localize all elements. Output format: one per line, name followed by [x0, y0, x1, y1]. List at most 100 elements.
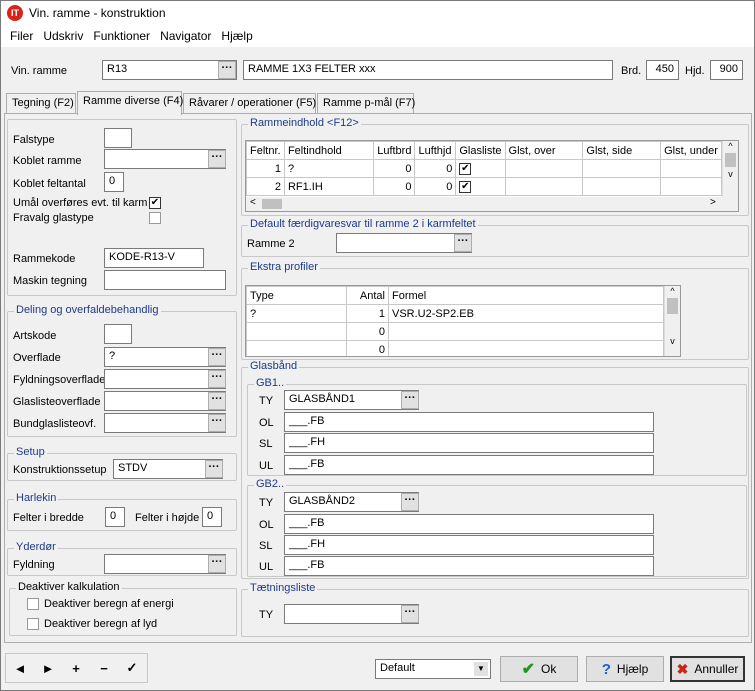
col-formel[interactable]: Formel	[388, 286, 664, 305]
glasliste-checkbox[interactable]: ✔	[459, 163, 472, 175]
vin-ramme-lookup-button[interactable]: ···	[218, 61, 236, 79]
col-glst-under[interactable]: Glst, under	[660, 141, 722, 160]
gb2-ol-input[interactable]: ___.FB	[284, 514, 654, 534]
deaktiver-lyd-checkbox[interactable]	[27, 618, 39, 630]
scroll-left-icon[interactable]: <	[250, 197, 256, 208]
confirm-record-icon[interactable]: ✓	[118, 660, 146, 676]
hjd-input[interactable]: 900	[710, 60, 743, 80]
tab-ravarer[interactable]: Råvarer / operationer (F5)	[183, 93, 316, 113]
menu-udskriv[interactable]: Udskriv	[38, 29, 88, 43]
add-record-icon[interactable]: +	[62, 661, 90, 676]
konstruktionssetup-lookup-button[interactable]: ···	[205, 460, 223, 478]
help-button[interactable]: ? Hjælp	[586, 656, 664, 682]
horizontal-scrollbar[interactable]: < >	[246, 197, 738, 211]
table-row[interactable]: 2 RF1.IH 0 0 ✔	[246, 177, 722, 196]
cancel-button[interactable]: ✖ Annuller	[670, 656, 745, 682]
fravalg-checkbox[interactable]	[149, 212, 161, 224]
col-feltnr[interactable]: Feltnr.	[246, 141, 285, 160]
cell-luftbrd[interactable]: 0	[373, 177, 416, 196]
menu-filer[interactable]: Filer	[5, 29, 38, 43]
scroll-up-icon[interactable]: ^	[723, 141, 738, 151]
brd-input[interactable]: 450	[646, 60, 679, 80]
cell-antal[interactable]: 0	[346, 322, 389, 341]
next-record-icon[interactable]: ►	[34, 661, 62, 676]
koblet-feltantal-input[interactable]: 0	[104, 172, 124, 192]
artskode-input[interactable]	[104, 324, 132, 344]
falstype-input[interactable]	[104, 128, 132, 148]
cell-lufthjd[interactable]: 0	[414, 177, 457, 196]
menu-hjaelp[interactable]: Hjælp	[216, 29, 257, 43]
cell-glst-under[interactable]	[660, 177, 722, 196]
gb2-ty-lookup-button[interactable]: ···	[401, 493, 419, 511]
description-input[interactable]: RAMME 1X3 FELTER xxx	[243, 60, 613, 80]
glasliste-checkbox[interactable]: ✔	[459, 181, 472, 193]
cell-glst-over[interactable]	[504, 159, 584, 178]
gb1-ul-input[interactable]: ___.FB	[284, 455, 654, 475]
ramme2-lookup-button[interactable]: ···	[454, 234, 472, 252]
tab-tegning[interactable]: Tegning (F2)	[6, 93, 76, 113]
ramme2-input[interactable]	[336, 233, 472, 253]
cell-feltindhold[interactable]: RF1.IH	[283, 177, 375, 196]
overflade-lookup-button[interactable]: ···	[208, 348, 226, 366]
col-luftbrd[interactable]: Luftbrd	[373, 141, 416, 160]
gb2-sl-input[interactable]: ___.FH	[284, 535, 654, 555]
gb2-ul-input[interactable]: ___.FB	[284, 556, 654, 576]
cell-type[interactable]: ?	[246, 304, 347, 323]
vertical-scrollbar[interactable]: ^ v	[722, 141, 738, 197]
col-antal[interactable]: Antal	[346, 286, 389, 305]
table-row[interactable]: ? 1 VSR.U2-SP2.EB	[246, 304, 664, 323]
felter-bredde-input[interactable]: 0	[105, 507, 125, 527]
scroll-thumb[interactable]	[725, 153, 736, 167]
cell-feltindhold[interactable]: ?	[283, 159, 375, 178]
col-type[interactable]: Type	[246, 286, 347, 305]
cell-antal[interactable]: 0	[346, 340, 389, 356]
cell-feltnr[interactable]: 2	[246, 177, 285, 196]
col-lufthjd[interactable]: Lufthjd	[414, 141, 457, 160]
gb1-ty-lookup-button[interactable]: ···	[401, 391, 419, 409]
cell-glasliste[interactable]: ✔	[455, 159, 506, 178]
menu-navigator[interactable]: Navigator	[155, 29, 216, 43]
ok-button[interactable]: ✔ Ok	[500, 656, 578, 682]
gb1-ol-input[interactable]: ___.FB	[284, 412, 654, 432]
cell-glasliste[interactable]: ✔	[455, 177, 506, 196]
table-row[interactable]: 1 ? 0 0 ✔	[246, 159, 722, 178]
cell-formel[interactable]	[388, 322, 664, 341]
scroll-down-icon[interactable]: v	[665, 336, 680, 346]
cell-type[interactable]	[246, 322, 347, 341]
cell-antal[interactable]: 1	[346, 304, 389, 323]
scroll-thumb[interactable]	[667, 298, 678, 314]
gb1-sl-input[interactable]: ___.FH	[284, 433, 654, 453]
cell-formel[interactable]	[388, 340, 664, 356]
cell-formel[interactable]: VSR.U2-SP2.EB	[388, 304, 664, 323]
col-glasliste[interactable]: Glasliste	[455, 141, 506, 160]
vin-ramme-input[interactable]: R13	[102, 60, 237, 80]
bundglasliste-lookup-button[interactable]: ···	[208, 414, 226, 432]
cell-glst-side[interactable]	[582, 177, 662, 196]
deaktiver-energi-checkbox[interactable]	[27, 598, 39, 610]
tab-ramme-diverse[interactable]: Ramme diverse (F4)	[77, 91, 183, 115]
taetning-ty-lookup-button[interactable]: ···	[401, 605, 419, 623]
ekstra-profiler-table[interactable]: Type Antal Formel ? 1 VSR.U2-SP2.EB 0 0 ^ …	[245, 285, 681, 357]
gb2-ty-input[interactable]: GLASBÅND2	[284, 492, 419, 512]
gb1-ty-input[interactable]: GLASBÅND1	[284, 390, 419, 410]
col-glst-side[interactable]: Glst, side	[582, 141, 662, 160]
delete-record-icon[interactable]: −	[90, 661, 118, 676]
koblet-ramme-lookup-button[interactable]: ···	[208, 150, 226, 168]
col-glst-over[interactable]: Glst, over	[504, 141, 584, 160]
cell-luftbrd[interactable]: 0	[373, 159, 416, 178]
rammekode-input[interactable]: KODE-R13-V	[104, 248, 204, 268]
scroll-thumb-horizontal[interactable]	[262, 199, 282, 209]
table-row[interactable]: 0	[246, 340, 664, 356]
scroll-right-icon[interactable]: >	[710, 197, 716, 208]
tab-ramme-p-mal[interactable]: Ramme p-mål (F7)	[317, 93, 415, 113]
cell-type[interactable]	[246, 340, 347, 356]
scroll-up-icon[interactable]: ^	[665, 286, 680, 296]
cell-lufthjd[interactable]: 0	[414, 159, 457, 178]
col-feltindhold[interactable]: Feltindhold	[283, 141, 375, 160]
chevron-down-icon[interactable]: ▼	[474, 662, 488, 676]
menu-funktioner[interactable]: Funktioner	[88, 29, 155, 43]
vertical-scrollbar[interactable]: ^ v	[664, 286, 680, 356]
fyldningsoverflade-lookup-button[interactable]: ···	[208, 370, 226, 388]
table-row[interactable]: 0	[246, 322, 664, 341]
cell-glst-under[interactable]	[660, 159, 722, 178]
